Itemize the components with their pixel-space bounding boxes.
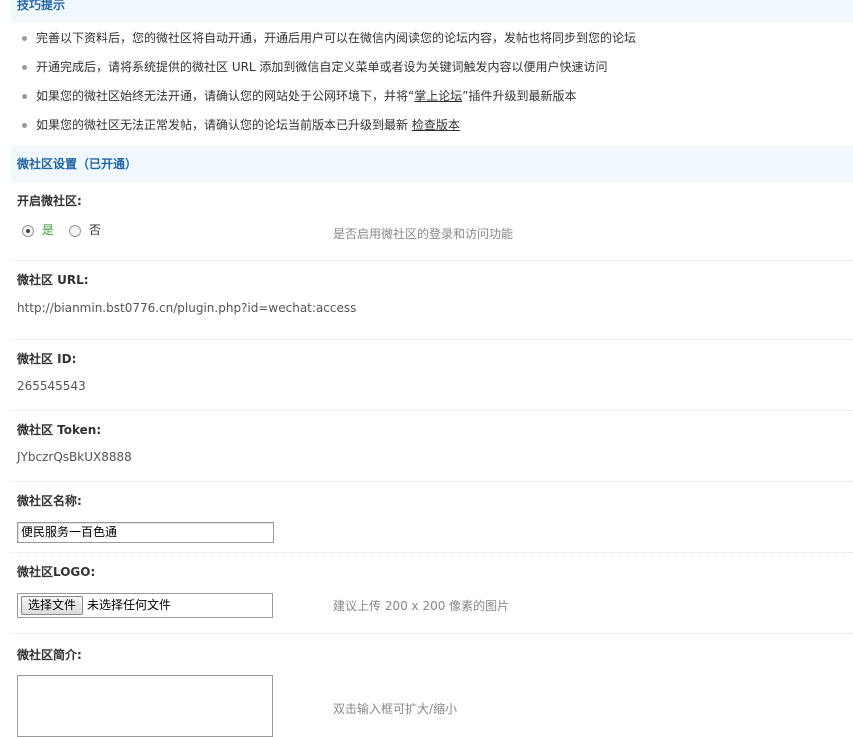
tip-item-4: 如果您的微社区无法正常发帖，请确认您的论坛当前版本已升级到最新 检查版本 [21, 113, 636, 142]
tips-list: 完善以下资料后，您的微社区将自动开通，开通后用户可以在微信内阅读您的论坛内容，发… [21, 26, 636, 142]
choose-file-button[interactable]: 选择文件 [21, 596, 84, 615]
mobile-forum-link[interactable]: 掌上论坛 [414, 89, 462, 103]
enable-hint: 是否启用微社区的登录和访问功能 [333, 227, 514, 241]
name-input[interactable]: 便民服务一百色通 [17, 522, 274, 543]
bullet-icon [22, 36, 27, 41]
intro-hint: 双击输入框可扩大/缩小 [333, 702, 458, 716]
token-row: 微社区 Token: JYbczrQsBkUX8888 [11, 411, 853, 482]
logo-file-input[interactable]: 选择文件 未选择任何文件 [17, 593, 273, 618]
radio-yes-circle[interactable] [22, 224, 34, 237]
radio-yes[interactable]: 是 [22, 221, 54, 238]
radio-yes-label: 是 [41, 223, 54, 237]
name-label: 微社区名称: [17, 494, 82, 508]
id-row: 微社区 ID: 265545543 [11, 340, 853, 411]
file-status: 未选择任何文件 [87, 598, 172, 612]
radio-no-label: 否 [88, 223, 101, 237]
enable-row: 开启微社区: 是 否 是否启用微社区的登录和访问功能 [11, 182, 853, 261]
bullet-icon [22, 65, 27, 70]
bullet-icon [22, 123, 27, 128]
logo-hint: 建议上传 200 x 200 像素的图片 [333, 599, 510, 613]
settings-title: 微社区设置（已开通） [17, 157, 138, 171]
intro-row: 微社区简介: 双击输入框可扩大/缩小 [11, 634, 853, 737]
logo-row: 微社区LOGO: 选择文件 未选择任何文件 建议上传 200 x 200 像素的… [11, 553, 853, 634]
url-label: 微社区 URL: [17, 273, 89, 287]
bullet-icon [22, 94, 27, 99]
intro-label: 微社区简介: [17, 648, 82, 662]
logo-label: 微社区LOGO: [17, 565, 96, 579]
token-value: JYbczrQsBkUX8888 [17, 450, 132, 464]
intro-textarea[interactable] [17, 675, 273, 737]
check-version-link[interactable]: 检查版本 [412, 118, 460, 132]
id-label: 微社区 ID: [17, 352, 77, 366]
tip-item-2: 开通完成后，请将系统提供的微社区 URL 添加到微信自定义菜单或者设为关键词触发… [21, 55, 636, 84]
radio-no-circle[interactable] [69, 224, 81, 237]
tip-item-1: 完善以下资料后，您的微社区将自动开通，开通后用户可以在微信内阅读您的论坛内容，发… [21, 26, 636, 55]
url-row: 微社区 URL: http://bianmin.bst0776.cn/plugi… [11, 261, 853, 340]
radio-no[interactable]: 否 [69, 221, 101, 238]
tips-header: 技巧提示 [11, 0, 853, 22]
tips-title: 技巧提示 [17, 0, 66, 12]
enable-label: 开启微社区: [17, 194, 82, 208]
id-value: 265545543 [17, 379, 86, 393]
name-row: 微社区名称: 便民服务一百色通 [11, 482, 853, 553]
settings-header: 微社区设置（已开通） [11, 146, 853, 182]
tip-item-3: 如果您的微社区始终无法开通，请确认您的网站处于公网环境下，并将“掌上论坛”插件升… [21, 84, 636, 113]
token-label: 微社区 Token: [17, 423, 102, 437]
url-value: http://bianmin.bst0776.cn/plugin.php?id=… [17, 301, 357, 315]
